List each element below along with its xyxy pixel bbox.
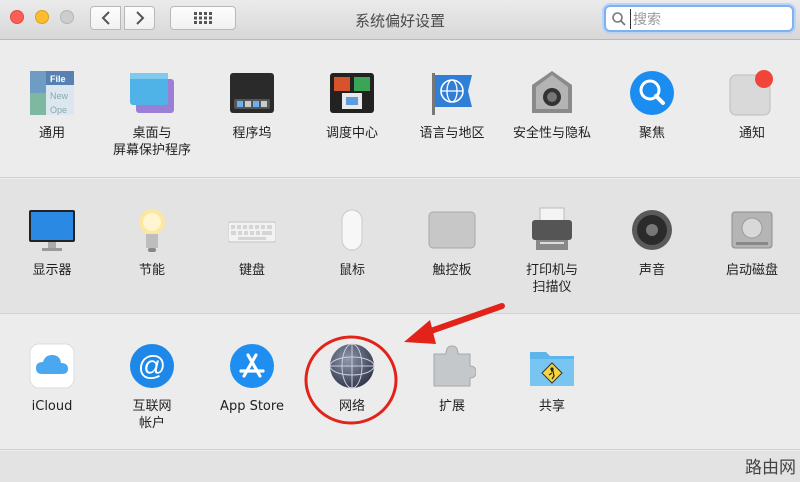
pref-startup-disk[interactable]: 启动磁盘 [702, 206, 800, 279]
pref-security-privacy[interactable]: 安全性与隐私 [502, 69, 602, 142]
pref-dock[interactable]: 程序坞 [202, 69, 302, 142]
pref-label: 程序坞 [232, 126, 272, 141]
keyboard-icon [227, 206, 277, 254]
pref-desktop-screensaver[interactable]: 桌面与 屏幕保护程序 [102, 69, 202, 159]
pref-label: 键盘 [238, 263, 265, 278]
dock-icon [228, 69, 276, 117]
network-icon [328, 342, 376, 390]
energy-saver-icon [128, 206, 176, 254]
pref-notifications[interactable]: 通知 [702, 69, 800, 142]
pref-internet-accounts[interactable]: @ 互联网 帐户 [102, 342, 202, 432]
internet-section: iCloud @ 互联网 帐户 App Store 网络 扩展 共享 [0, 315, 800, 450]
language-region-icon [428, 69, 476, 117]
pref-label: 通用 [38, 126, 65, 141]
pref-language-region[interactable]: 语言与地区 [402, 69, 502, 142]
pref-label: 节能 [138, 263, 165, 278]
pref-label: 网络 [338, 399, 365, 414]
mouse-icon [328, 206, 376, 254]
pref-displays[interactable]: 显示器 [2, 206, 102, 279]
pref-label: App Store [220, 399, 284, 414]
minimize-button[interactable] [35, 10, 49, 24]
svg-text:Ope: Ope [50, 105, 67, 115]
other-section [0, 451, 800, 482]
pref-app-store[interactable]: App Store [202, 342, 302, 415]
startup-disk-icon [728, 206, 776, 254]
pref-printers-scanners[interactable]: 打印机与 扫描仪 [502, 206, 602, 296]
pref-label: iCloud [31, 399, 73, 414]
extensions-icon [428, 342, 477, 390]
sound-icon [628, 206, 676, 254]
pref-label: 触控板 [432, 263, 472, 278]
grid-icon [194, 12, 212, 24]
printers-scanners-icon [528, 206, 576, 254]
pref-label: 聚焦 [638, 126, 665, 141]
app-store-icon [228, 342, 276, 390]
window-title: 系统偏好设置 [354, 12, 445, 30]
pref-icloud[interactable]: iCloud [2, 342, 102, 415]
chevron-right-icon [135, 11, 144, 25]
hardware-section: 显示器 节能 键盘 鼠标 触控板 打印机与 扫描仪 声音 启动磁盘 [0, 179, 800, 314]
pref-label: 显示器 [32, 263, 72, 278]
pref-sharing[interactable]: 共享 [502, 342, 602, 415]
search-placeholder: 搜索 [630, 8, 661, 29]
pref-label: 安全性与隐私 [512, 126, 591, 141]
icloud-icon [28, 342, 76, 390]
pref-trackpad[interactable]: 触控板 [402, 206, 502, 279]
pref-mission-control[interactable]: 调度中心 [302, 69, 402, 142]
search-icon [612, 11, 626, 26]
trackpad-icon [428, 206, 476, 254]
pref-label: 互联网 帐户 [132, 399, 172, 431]
notifications-icon [728, 69, 776, 117]
desktop-screensaver-icon [128, 69, 176, 117]
sharing-icon [528, 342, 576, 390]
zoom-button[interactable] [60, 10, 74, 24]
pref-label: 启动磁盘 [725, 263, 778, 278]
chevron-left-icon [101, 11, 110, 25]
pref-keyboard[interactable]: 键盘 [202, 206, 302, 279]
pref-label: 通知 [738, 126, 765, 141]
svg-text:File: File [50, 74, 66, 84]
svg-text:@: @ [138, 350, 166, 381]
watermark: 路由网 [745, 458, 796, 478]
search-field[interactable]: 搜索 [604, 5, 794, 32]
pref-label: 鼠标 [338, 263, 365, 278]
pref-label: 调度中心 [325, 126, 378, 141]
displays-icon [28, 206, 76, 254]
mission-control-icon [328, 69, 376, 117]
pref-label: 声音 [638, 263, 665, 278]
pref-mouse[interactable]: 鼠标 [302, 206, 402, 279]
spotlight-icon [628, 69, 676, 117]
svg-text:New: New [50, 91, 69, 101]
pref-extensions[interactable]: 扩展 [402, 342, 502, 415]
pref-label: 共享 [538, 399, 565, 414]
pref-energy-saver[interactable]: 节能 [102, 206, 202, 279]
pref-label: 桌面与 屏幕保护程序 [112, 126, 191, 158]
back-button[interactable] [90, 6, 121, 30]
close-button[interactable] [10, 10, 24, 24]
show-all-button[interactable] [170, 6, 236, 30]
pref-label: 打印机与 扫描仪 [525, 263, 578, 295]
forward-button[interactable] [124, 6, 155, 30]
general-icon: File New Ope File [28, 69, 76, 117]
personal-section: File New Ope File 通用 桌面与 屏幕保护程序 [0, 41, 800, 178]
pref-spotlight[interactable]: 聚焦 [602, 69, 702, 142]
pref-network[interactable]: 网络 [302, 342, 402, 415]
security-privacy-icon [528, 69, 576, 117]
pref-general[interactable]: File New Ope File 通用 [2, 69, 102, 142]
pref-label: 扩展 [438, 399, 465, 414]
pref-label: 语言与地区 [419, 126, 485, 141]
internet-accounts-icon: @ [128, 342, 176, 390]
pref-sound[interactable]: 声音 [602, 206, 702, 279]
title-bar: 系统偏好设置 搜索 [0, 0, 800, 40]
